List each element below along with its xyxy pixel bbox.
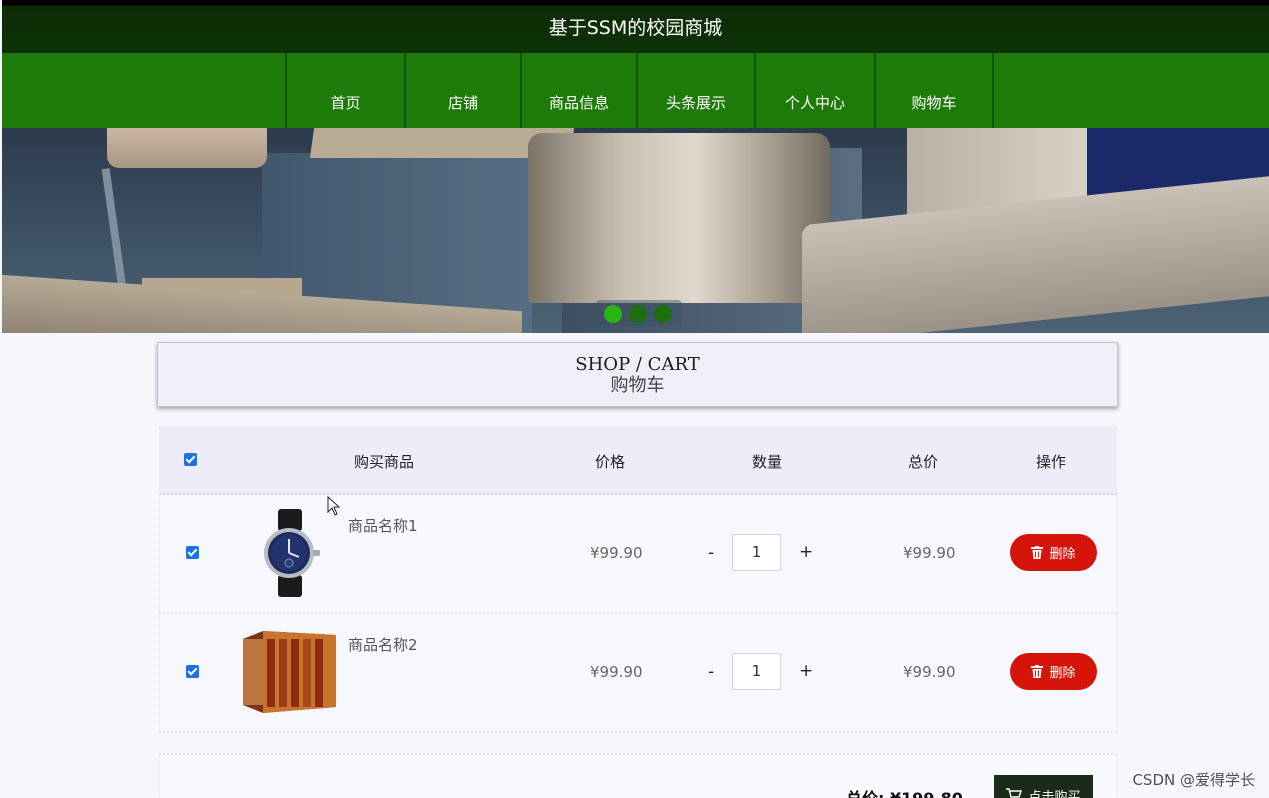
carousel-indicators — [596, 300, 682, 326]
wristwatch-image[interactable] — [258, 509, 322, 597]
table-header: 购买商品 价格 数量 总价 操作 — [159, 426, 1117, 495]
row-checkbox[interactable] — [186, 546, 199, 559]
table-row: 商品名称1 ¥99.90 - 1 + ¥99.90 删除 — [159, 495, 1117, 614]
header-price: 价格 — [595, 453, 626, 471]
section-title-box: SHOP / CART 购物车 — [157, 342, 1118, 407]
nav-item-home[interactable]: 首页 — [285, 53, 404, 128]
buy-label: 点击购买 — [1028, 789, 1081, 798]
delete-label: 删除 — [1049, 547, 1076, 562]
book-set-image[interactable] — [243, 631, 336, 713]
mouse-cursor-icon — [327, 496, 341, 516]
nav-item-personal-center[interactable]: 个人中心 — [754, 53, 874, 128]
trash-icon — [1031, 546, 1044, 559]
nav-item-headlines[interactable]: 头条展示 — [636, 53, 754, 128]
table-row: 商品名称2 ¥99.90 - 1 + ¥99.90 删除 — [159, 614, 1117, 733]
row-checkbox[interactable] — [186, 665, 199, 678]
cart-icon — [1006, 788, 1023, 798]
trash-icon — [1031, 665, 1044, 678]
quantity-increase-button[interactable]: + — [799, 542, 813, 562]
row-subtotal: ¥99.90 — [903, 663, 956, 681]
product-price: ¥99.90 — [590, 544, 643, 562]
product-price: ¥99.90 — [590, 663, 643, 681]
nav-item-shops[interactable]: 店铺 — [404, 53, 520, 128]
header-product: 购买商品 — [354, 453, 415, 471]
row-subtotal: ¥99.90 — [903, 544, 956, 562]
site-title: 基于SSM的校园商城 — [548, 17, 723, 39]
header-total: 总价 — [908, 453, 939, 471]
carousel-dot-3[interactable] — [654, 305, 672, 323]
cart-summary: 总价: ¥199.80 点击购买 — [159, 753, 1117, 798]
cart-table: 购买商品 价格 数量 总价 操作 商品名称1 ¥99.90 - 1 + ¥99.… — [159, 426, 1117, 733]
header-action: 操作 — [1036, 453, 1067, 471]
total-amount: ¥199.80 — [890, 789, 963, 798]
nav-item-products[interactable]: 商品信息 — [520, 53, 636, 128]
section-title-en: SHOP / CART — [575, 354, 700, 375]
quantity-decrease-button[interactable]: - — [708, 543, 714, 563]
main-nav: 首页 店铺 商品信息 头条展示 个人中心 购物车 — [2, 53, 1269, 128]
delete-button[interactable]: 删除 — [1010, 653, 1097, 690]
buy-button[interactable]: 点击购买 — [994, 775, 1093, 798]
total-label: 总价: ¥199.80 — [846, 785, 963, 798]
product-name[interactable]: 商品名称2 — [348, 634, 418, 655]
select-all-checkbox[interactable] — [184, 453, 197, 466]
carousel-dot-2[interactable] — [629, 305, 647, 323]
total-label-text: 总价: — [846, 789, 884, 798]
quantity-input[interactable]: 1 — [732, 534, 781, 571]
site-header: 基于SSM的校园商城 — [2, 0, 1269, 53]
delete-label: 删除 — [1049, 666, 1076, 681]
carousel-dot-1[interactable] — [604, 305, 622, 323]
product-name[interactable]: 商品名称1 — [348, 515, 418, 536]
header-quantity: 数量 — [752, 453, 783, 471]
quantity-decrease-button[interactable]: - — [708, 662, 714, 682]
quantity-increase-button[interactable]: + — [799, 661, 813, 681]
nav-item-cart[interactable]: 购物车 — [874, 53, 994, 128]
watermark: CSDN @爱得学长 — [1132, 771, 1255, 789]
banner-carousel — [2, 128, 1269, 333]
quantity-input[interactable]: 1 — [732, 653, 781, 690]
section-title-cn: 购物车 — [610, 375, 665, 396]
delete-button[interactable]: 删除 — [1010, 534, 1097, 571]
